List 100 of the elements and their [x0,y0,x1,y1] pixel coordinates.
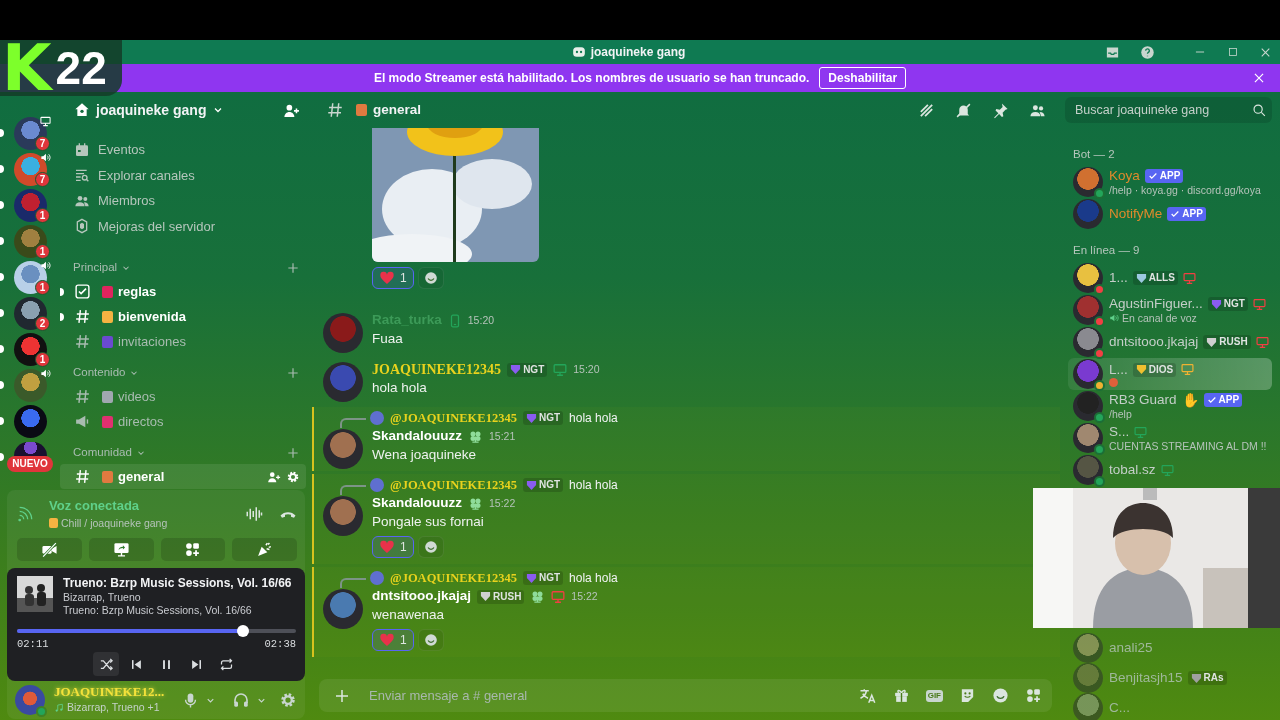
settings-icon[interactable] [279,691,297,710]
add-reaction-button[interactable] [417,536,444,558]
add-reaction-button[interactable] [417,629,444,651]
message-box[interactable]: Enviar mensaje a # general GIF [319,679,1052,712]
reply-author[interactable]: @JOAQUINEKE12345 [390,568,517,588]
server-icon[interactable] [13,442,47,456]
add-channel-icon[interactable] [286,446,300,460]
reply-author[interactable]: @JOAQUINEKE12345 [390,408,517,428]
author-name[interactable]: JOAQUINEKE12345 [372,359,502,380]
menu-item[interactable]: Eventos [98,140,145,160]
search-field[interactable]: Buscar joaquineke gang [1073,99,1252,121]
microphone-icon[interactable] [182,691,199,709]
channel-item[interactable]: general [60,464,306,489]
category-name[interactable]: Principal [73,259,118,277]
channel-item[interactable]: directos [60,409,306,434]
channel-item[interactable]: reglas [60,279,306,304]
user-avatar[interactable] [323,313,363,353]
menu-item[interactable]: Miembros [98,191,156,211]
noise-icon[interactable] [245,504,263,523]
gift-icon[interactable] [892,687,910,704]
screen-share-icon [112,541,130,559]
song-title: Trueno: Bzrp Music Sessions, Vol. 16/66 [63,576,292,592]
member-item[interactable]: S... CUENTAS STREAMING AL DM !! [1068,422,1272,454]
user-avatar[interactable] [323,362,363,402]
author-name[interactable]: Skandalouuzz [372,426,462,447]
mute-icon[interactable] [955,101,972,119]
activities-button[interactable] [160,538,226,562]
settings-icon[interactable] [286,469,300,484]
server-icon[interactable] [13,404,47,438]
reply-preview[interactable]: hola hola [569,569,618,587]
server-icon[interactable] [13,188,47,222]
timestamp: 15:20 [573,361,600,377]
shuffle-button[interactable] [93,652,119,677]
role-tag: ALLS [1132,271,1178,285]
member-item[interactable]: NotifyMe APP [1068,198,1272,230]
help-icon[interactable] [1140,44,1155,60]
server-icon[interactable] [13,116,47,150]
role-tag: RAs [1187,671,1227,685]
category-name[interactable]: Contenido [73,364,126,382]
server-name[interactable]: joaquineke gang [96,99,207,121]
message-text: wenawenaa [372,606,446,624]
screen-share-button[interactable] [88,538,154,562]
member-item[interactable]: L... DIOS [1068,358,1272,390]
reaction-button[interactable]: 1 [372,536,414,558]
member-item[interactable]: Koya APP /help · koya.gg · discord.gg/koya [1068,166,1272,198]
heart-icon [379,632,395,648]
menu-item[interactable]: Mejoras del servidor [98,216,216,236]
timestamp: 15:22 [489,495,516,511]
search-box[interactable]: Buscar joaquineke gang [1065,97,1272,123]
reply-preview[interactable]: hola hola [569,476,618,494]
server-icon[interactable] [13,224,47,258]
soundboard-icon [256,541,274,559]
threads-icon[interactable] [918,101,935,119]
apps-icon[interactable] [1025,687,1042,704]
add-channel-icon[interactable] [286,366,300,380]
menu-item[interactable]: Explorar canales [98,165,195,185]
member-item[interactable]: dntsitooo.jkajaj RUSH [1068,326,1272,358]
reply-author[interactable]: @JOAQUINEKE12345 [390,475,517,495]
user-avatar [370,571,384,585]
song-artists: Bizarrap, Trueno [63,591,142,605]
user-avatar[interactable] [323,429,363,469]
add-reaction-button[interactable] [417,267,444,289]
message-input[interactable]: Enviar mensaje a # general [367,684,843,707]
sticker-icon[interactable] [959,687,976,704]
member-name: L... [1109,361,1128,378]
member-item[interactable]: RB3 Guard ✋ APP /help [1068,390,1272,422]
maximize-icon[interactable] [1227,46,1239,58]
pin-icon[interactable] [992,101,1009,119]
member-item[interactable]: Benjitasjh15 RAs [1068,663,1272,693]
camera-off-button[interactable] [17,538,82,562]
reaction-button[interactable]: 1 [372,267,414,289]
reaction-button[interactable]: 1 [372,629,414,651]
close-icon[interactable] [1252,71,1266,85]
progress-thumb[interactable] [237,625,249,638]
author-name[interactable]: Skandalouuzz [372,493,462,514]
voice-channel[interactable]: Chill / joaquineke gang [61,515,168,532]
add-channel-icon[interactable] [286,261,300,275]
member-item[interactable]: anali25 [1068,633,1272,663]
server-icon[interactable] [13,332,47,366]
channel-item[interactable]: videos [60,384,306,409]
translate-icon[interactable] [858,686,877,705]
user-avatar[interactable] [323,496,363,536]
member-item[interactable]: 1... ALLS [1068,262,1272,294]
member-item[interactable]: C... [1068,693,1272,720]
author-name[interactable]: dntsitooo.jkajaj [372,586,471,607]
invite-icon[interactable] [267,469,281,484]
user-avatar[interactable] [323,589,363,629]
check-icon [1170,209,1181,219]
server-icon[interactable] [13,296,47,330]
user-avatar[interactable] [15,685,45,716]
soundboard-button[interactable] [232,538,297,562]
gif-button[interactable]: GIF [925,689,943,702]
channel-item[interactable]: bienvenida [60,304,306,329]
disable-button[interactable]: Deshabilitar [819,67,907,89]
headphones-icon[interactable] [232,691,250,710]
hand-emoji: ✋ [1181,392,1199,408]
category-name[interactable]: Comunidad [73,444,132,462]
channel-item[interactable]: invitaciones [60,329,306,354]
reply-preview[interactable]: hola hola [569,409,618,427]
member-item[interactable]: AgustinFiguer... NGT En canal de voz [1068,294,1272,326]
